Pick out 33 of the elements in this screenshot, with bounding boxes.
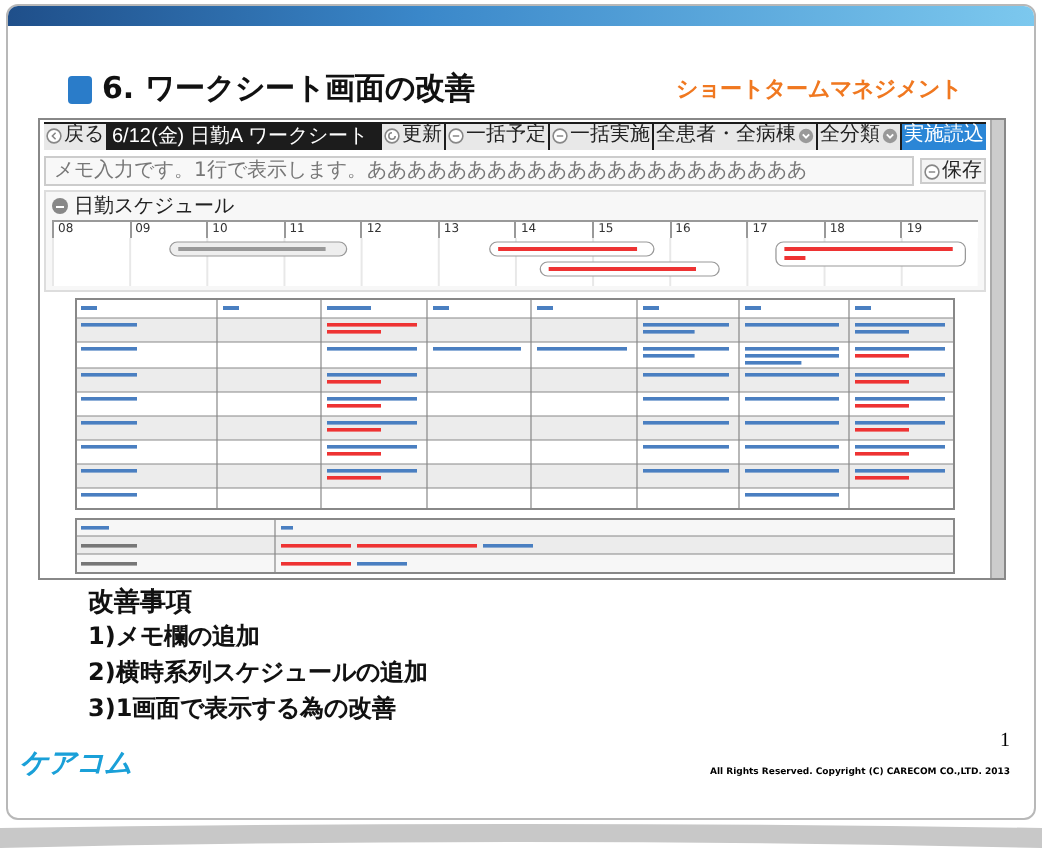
schedule-bar[interactable]	[169, 241, 348, 257]
memo-field[interactable]: メモ入力です。1行で表示します。ああああああああああああああああああああああ	[44, 156, 914, 186]
dropdown-icon	[882, 128, 898, 144]
circle-icon	[924, 163, 940, 179]
circle-icon	[46, 128, 62, 144]
notes-heading: 改善事項	[88, 590, 194, 618]
title-marker-icon	[68, 75, 92, 103]
dropdown-icon	[798, 128, 814, 144]
toolbar-button[interactable]: 全患者・全病棟	[654, 123, 816, 149]
slide-subtitle: ショートタームマネジメント	[676, 74, 962, 104]
worksheet-title: 6/12(金) 日勤A ワークシート	[110, 123, 370, 150]
note-item: 1)メモ欄の追加	[88, 620, 262, 654]
note-item: 3)1画面で表示する為の改善	[88, 692, 399, 726]
circle-icon	[552, 128, 568, 144]
toolbar-button[interactable]: 実施読込	[902, 123, 986, 149]
circle-icon	[448, 128, 464, 144]
back-button[interactable]: 戻る	[44, 123, 106, 149]
company-logo: ケアコム	[20, 746, 132, 782]
refresh-icon	[384, 128, 400, 144]
schedule-bar[interactable]	[539, 261, 720, 277]
toolbar-button[interactable]: 全分類	[818, 123, 900, 149]
schedule-title: 日勤スケジュール	[74, 193, 234, 220]
schedule-bar[interactable]	[775, 241, 966, 267]
scrollbar[interactable]	[990, 120, 1004, 578]
schedule-bar[interactable]	[489, 241, 655, 257]
collapse-icon[interactable]	[52, 198, 68, 214]
note-item: 2)横時系列スケジュールの追加	[88, 656, 430, 690]
toolbar-button[interactable]: 一括実施	[550, 123, 652, 149]
toolbar-button[interactable]: 一括予定	[446, 123, 548, 149]
slide-title: 6. ワークシート画面の改善	[102, 70, 475, 108]
toolbar-button[interactable]: 更新	[382, 123, 444, 149]
save-button[interactable]: 保存	[920, 158, 986, 184]
page-number: 1	[1000, 730, 1010, 752]
